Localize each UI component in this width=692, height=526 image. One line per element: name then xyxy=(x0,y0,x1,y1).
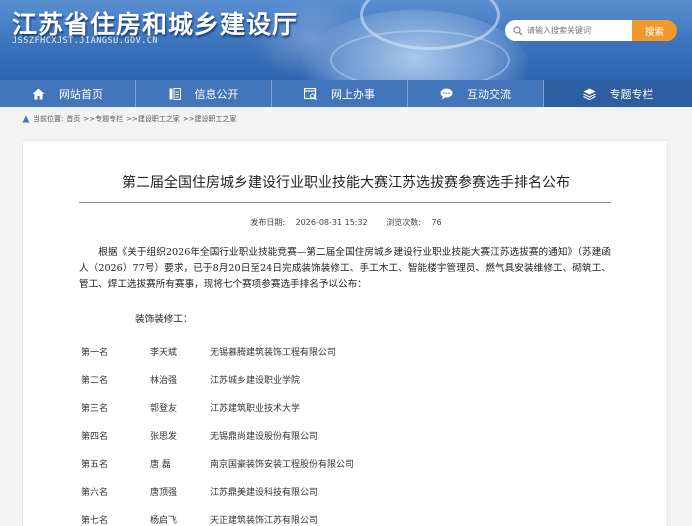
nav-item-label: 网上办事 xyxy=(331,87,375,101)
breadcrumb: 当前位置: 首页 >>专题专栏 >>建设职工之家 >>建设职工之家 xyxy=(22,114,240,124)
search-box[interactable] xyxy=(505,20,632,41)
ranking-row: 第七名 杨启飞 天正建筑装饰江苏有限公司 xyxy=(81,513,581,526)
ranking-name: 林治强 xyxy=(150,376,178,386)
nav-item-online-services[interactable]: 网上办事 xyxy=(272,80,408,107)
view-count-label: 浏览次数: xyxy=(386,218,421,227)
ranking-place: 第五名 xyxy=(81,460,109,470)
breadcrumb-link-home[interactable]: 首页 xyxy=(66,114,80,124)
search-icon xyxy=(513,25,523,35)
nav-item-label: 专题专栏 xyxy=(609,87,654,101)
ranking-company: 无锡慕腾建筑装饰工程有限公司 xyxy=(210,348,337,358)
ranking-company: 江苏建筑职业技术大学 xyxy=(210,404,301,414)
search-input[interactable] xyxy=(527,26,627,35)
ranking-name: 郭登友 xyxy=(150,404,178,414)
ranking-company: 江苏城乡建设职业学院 xyxy=(210,376,301,386)
article-panel: 第二届全国住房城乡建设行业职业技能大赛江苏选拔赛参赛选手排名公布 发布日期: 2… xyxy=(22,140,668,526)
layers-icon xyxy=(582,88,596,100)
view-count: 76 xyxy=(431,218,442,227)
section-label-decoration: 装饰装修工： xyxy=(135,314,193,325)
breadcrumb-link-topics[interactable]: >>专题专栏 xyxy=(83,114,123,124)
breadcrumb-link-current[interactable]: >>建设职工之家 xyxy=(183,114,237,124)
ranking-name: 唐 磊 xyxy=(150,460,171,470)
ranking-company: 南京国豪装饰安装工程股份有限公司 xyxy=(210,460,355,470)
ranking-row: 第一名 李天斌 无锡慕腾建筑装饰工程有限公司 xyxy=(81,345,581,361)
ranking-place: 第四名 xyxy=(81,432,109,442)
nav-item-label: 网站首页 xyxy=(59,87,103,101)
browser-window-icon xyxy=(304,87,317,100)
publish-date: 2026-08-31 15:32 xyxy=(295,218,368,227)
ranking-row: 第五名 唐 磊 南京国豪装饰安装工程股份有限公司 xyxy=(81,457,581,473)
ranking-place: 第三名 xyxy=(81,404,109,414)
ranking-row: 第三名 郭登友 江苏建筑职业技术大学 xyxy=(81,401,581,417)
article-meta: 发布日期: 2026-08-31 15:32 浏览次数: 76 xyxy=(23,217,669,228)
site-domain: JSSZFHCXJST.JIANGSU.GOV.CN xyxy=(12,36,159,46)
nav-item-interaction[interactable]: 互动交流 xyxy=(408,80,544,107)
ranking-company: 天正建筑装饰江苏有限公司 xyxy=(210,516,319,526)
ranking-company: 江苏鼎美建设科技有限公司 xyxy=(210,488,319,498)
title-divider xyxy=(79,202,611,203)
ranking-place: 第二名 xyxy=(81,376,109,386)
ranking-row: 第四名 张思发 无锡鼎尚建设股份有限公司 xyxy=(81,429,581,445)
ranking-name: 杨启飞 xyxy=(150,516,178,526)
document-list-icon xyxy=(169,87,181,100)
breadcrumb-link-workers-home[interactable]: >>建设职工之家 xyxy=(126,114,180,124)
home-icon xyxy=(32,88,45,99)
article-title: 第二届全国住房城乡建设行业职业技能大赛江苏选拔赛参赛选手排名公布 xyxy=(122,175,570,191)
ranking-place: 第七名 xyxy=(81,516,109,526)
main-nav: 网站首页 信息公开 网上办事 互动交流 专题专栏 xyxy=(0,80,692,107)
nav-item-home[interactable]: 网站首页 xyxy=(0,80,136,107)
ranking-name: 李天斌 xyxy=(150,348,178,358)
article-intro-paragraph: 根据《关于组织2026年全国行业职业技能竞赛—第二届全国住房城乡建设行业职业技能… xyxy=(79,247,611,290)
chat-bubble-icon xyxy=(440,88,453,99)
ranking-place: 第六名 xyxy=(81,488,109,498)
nav-item-label: 互动交流 xyxy=(467,87,511,101)
ranking-place: 第一名 xyxy=(81,348,109,358)
ranking-row: 第六名 唐顶强 江苏鼎美建设科技有限公司 xyxy=(81,485,581,501)
ranking-name: 张思发 xyxy=(150,432,178,442)
ranking-row: 第二名 林治强 江苏城乡建设职业学院 xyxy=(81,373,581,389)
site-header: 江苏省住房和城乡建设厅 JSSZFHCXJST.JIANGSU.GOV.CN 搜… xyxy=(0,0,692,80)
publish-date-label: 发布日期: xyxy=(250,218,286,227)
location-pin-icon xyxy=(22,115,30,123)
search-button[interactable]: 搜索 xyxy=(632,20,677,41)
breadcrumb-prefix: 当前位置: xyxy=(33,115,64,123)
ranking-name: 唐顶强 xyxy=(150,488,178,498)
nav-item-label: 信息公开 xyxy=(194,87,239,101)
nav-item-special-topics[interactable]: 专题专栏 xyxy=(544,80,692,107)
ranking-company: 无锡鼎尚建设股份有限公司 xyxy=(210,432,319,442)
nav-item-info-disclosure[interactable]: 信息公开 xyxy=(136,80,272,107)
